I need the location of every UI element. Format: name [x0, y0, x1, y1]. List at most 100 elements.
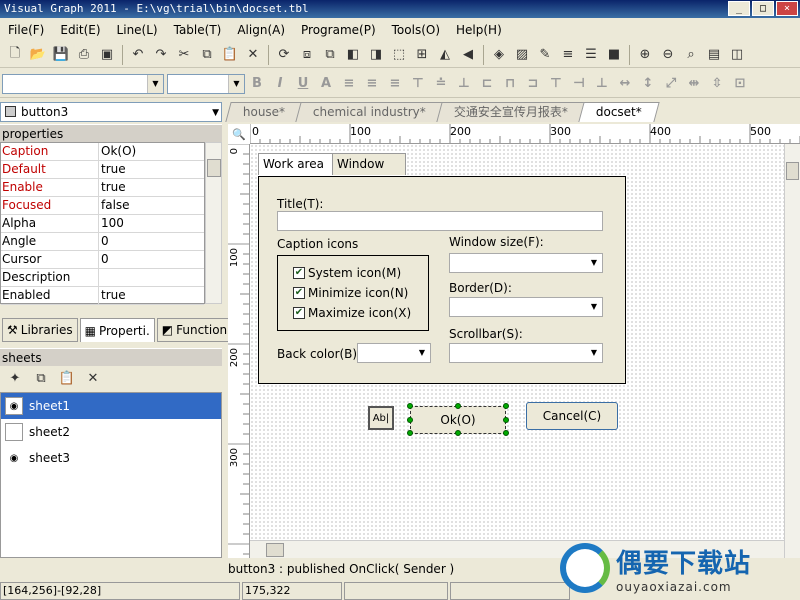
- grid-icon[interactable]: ⊞: [411, 44, 433, 66]
- fill-color-icon[interactable]: ◈: [488, 44, 510, 66]
- align-center-icon[interactable]: ≡: [361, 73, 383, 95]
- scrollbar-thumb[interactable]: [207, 159, 221, 177]
- obj-align-center-icon[interactable]: ⊓: [499, 73, 521, 95]
- menu-file[interactable]: File(F): [0, 23, 52, 37]
- delete-icon[interactable]: ✕: [242, 44, 264, 66]
- border-combo[interactable]: ▼: [449, 297, 603, 317]
- flip-horizontal-icon[interactable]: ◭: [434, 44, 456, 66]
- same-height-icon[interactable]: ↕: [637, 73, 659, 95]
- properties-scrollbar[interactable]: [205, 142, 222, 304]
- window-size-combo[interactable]: ▼: [449, 253, 603, 273]
- space-vertical-icon[interactable]: ⇳: [706, 73, 728, 95]
- maximize-icon-checkbox[interactable]: ✔ Maximize icon(X): [293, 306, 411, 320]
- align-left-icon[interactable]: ≡: [338, 73, 360, 95]
- save-icon[interactable]: 💾: [50, 44, 72, 66]
- send-back-icon[interactable]: ◨: [365, 44, 387, 66]
- property-value[interactable]: Ok(O): [99, 143, 136, 160]
- align-middle-icon[interactable]: ≐: [430, 73, 452, 95]
- pattern-icon[interactable]: ▨: [511, 44, 533, 66]
- property-row[interactable]: Default true: [1, 161, 204, 179]
- copy-sheet-icon[interactable]: ⧉: [30, 367, 52, 389]
- scrollbar-thumb[interactable]: [786, 162, 799, 180]
- property-row[interactable]: Focused false: [1, 197, 204, 215]
- list-item[interactable]: sheet2: [1, 419, 221, 445]
- select-box-icon[interactable]: ⬚: [388, 44, 410, 66]
- font-name-combo[interactable]: ▼: [2, 73, 164, 94]
- eye-icon[interactable]: ◉: [5, 449, 23, 467]
- property-value[interactable]: false: [99, 197, 130, 214]
- zoom-in-icon[interactable]: ⊕: [634, 44, 656, 66]
- bring-front-icon[interactable]: ◧: [342, 44, 364, 66]
- menu-line[interactable]: Line(L): [109, 23, 166, 37]
- obj-align-left-icon[interactable]: ⊏: [476, 73, 498, 95]
- align-top-icon[interactable]: ⊤: [407, 73, 429, 95]
- tab-traffic-report[interactable]: 交通安全宣传月报表*: [436, 102, 586, 122]
- new-sheet-icon[interactable]: ✦: [4, 367, 26, 389]
- tab-function[interactable]: ◩ Function: [156, 318, 233, 342]
- undo-icon[interactable]: ↶: [127, 44, 149, 66]
- menu-table[interactable]: Table(T): [166, 23, 230, 37]
- space-horizontal-icon[interactable]: ⇹: [683, 73, 705, 95]
- property-value[interactable]: true: [99, 287, 126, 304]
- zoom-out-icon[interactable]: ⊖: [657, 44, 679, 66]
- zoom-icon[interactable]: 🔍: [228, 124, 250, 144]
- resize-handle[interactable]: [407, 430, 413, 436]
- new-file-icon[interactable]: 🗋: [4, 44, 26, 66]
- open-folder-icon[interactable]: 📂: [27, 44, 49, 66]
- property-row[interactable]: Caption Ok(O): [1, 143, 204, 161]
- minimize-button[interactable]: _: [728, 1, 750, 16]
- rotate-icon[interactable]: ⟳: [273, 44, 295, 66]
- eye-icon[interactable]: ◉: [5, 397, 23, 415]
- obj-align-top-icon[interactable]: ⊤: [545, 73, 567, 95]
- resize-handle[interactable]: [503, 403, 509, 409]
- menu-tools[interactable]: Tools(O): [384, 23, 448, 37]
- color-box-icon[interactable]: ■: [603, 44, 625, 66]
- tab-libraries[interactable]: ⚒ Libraries: [2, 318, 78, 342]
- menu-help[interactable]: Help(H): [448, 23, 510, 37]
- paste-icon[interactable]: 📋: [219, 44, 241, 66]
- cut-icon[interactable]: ✂: [173, 44, 195, 66]
- font-color-icon[interactable]: A: [315, 73, 337, 95]
- resize-handle[interactable]: [455, 430, 461, 436]
- resize-handle[interactable]: [503, 430, 509, 436]
- design-grid[interactable]: Work area Window Title(T): Caption icons…: [250, 144, 784, 540]
- align-right-icon[interactable]: ≡: [384, 73, 406, 95]
- property-value[interactable]: [99, 269, 101, 286]
- obj-align-vcenter-icon[interactable]: ⊣: [568, 73, 590, 95]
- eye-hidden-icon[interactable]: [5, 423, 23, 441]
- maximize-button[interactable]: □: [752, 1, 774, 16]
- italic-icon[interactable]: I: [269, 73, 291, 95]
- same-width-icon[interactable]: ↔: [614, 73, 636, 95]
- obj-align-bottom-icon[interactable]: ⊥: [591, 73, 613, 95]
- property-row[interactable]: Alpha 100: [1, 215, 204, 233]
- underline-icon[interactable]: U: [292, 73, 314, 95]
- preview-icon[interactable]: ▣: [96, 44, 118, 66]
- menu-programe[interactable]: Programe(P): [293, 23, 384, 37]
- system-icon-checkbox[interactable]: ✔ System icon(M): [293, 266, 401, 280]
- resize-handle[interactable]: [455, 403, 461, 409]
- obj-align-right-icon[interactable]: ⊐: [522, 73, 544, 95]
- property-row[interactable]: Angle 0: [1, 233, 204, 251]
- canvas-vscrollbar[interactable]: [784, 144, 800, 558]
- scrollbar-combo[interactable]: ▼: [449, 343, 603, 363]
- small-text-button[interactable]: Ab|: [368, 406, 394, 430]
- object-selector[interactable]: button3 ▼: [0, 102, 222, 122]
- property-row[interactable]: Description: [1, 269, 204, 287]
- flip-vertical-icon[interactable]: ◀: [457, 44, 479, 66]
- center-page-icon[interactable]: ⊡: [729, 73, 751, 95]
- line-width-icon[interactable]: ☰: [580, 44, 602, 66]
- tab-work-area[interactable]: Work area: [258, 153, 334, 175]
- property-value[interactable]: true: [99, 161, 126, 178]
- tab-window[interactable]: Window: [332, 153, 406, 175]
- property-value[interactable]: 100: [99, 215, 124, 232]
- align-bottom-icon[interactable]: ⊥: [453, 73, 475, 95]
- title-input[interactable]: [277, 211, 603, 231]
- property-row[interactable]: Enable true: [1, 179, 204, 197]
- list-item[interactable]: ◉ sheet3: [1, 445, 221, 471]
- tab-house[interactable]: house*: [225, 102, 303, 122]
- copy-icon[interactable]: ⧉: [196, 44, 218, 66]
- group-icon[interactable]: ⧈: [296, 44, 318, 66]
- paste-sheet-icon[interactable]: 📋: [56, 367, 78, 389]
- close-button[interactable]: ×: [776, 1, 798, 16]
- property-value[interactable]: 0: [99, 251, 109, 268]
